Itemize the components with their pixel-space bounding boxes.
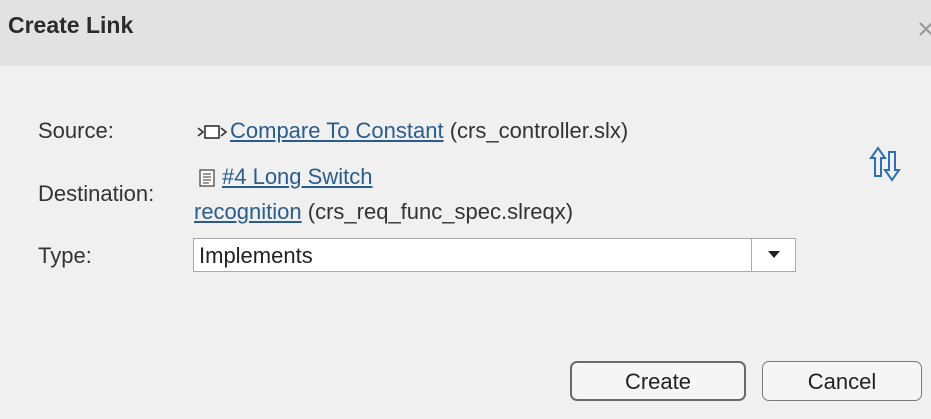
- type-dropdown[interactable]: Implements: [193, 238, 796, 272]
- swap-arrows-icon[interactable]: [868, 144, 902, 184]
- type-label: Type:: [38, 243, 92, 268]
- create-link-dialog: Create Link Source: Compare To Constant …: [0, 0, 931, 419]
- destination-link-line2[interactable]: recognition: [194, 199, 302, 224]
- close-icon[interactable]: [917, 14, 931, 44]
- requirement-doc-icon: [196, 168, 222, 188]
- destination-row-line1: #4 Long Switch: [196, 164, 372, 190]
- source-row: Compare To Constant (crs_controller.slx): [196, 118, 628, 144]
- block-icon: [196, 122, 230, 142]
- source-link[interactable]: Compare To Constant: [230, 118, 444, 143]
- destination-link-line1[interactable]: #4 Long Switch: [222, 164, 372, 189]
- destination-file: (crs_req_func_spec.slreqx): [307, 199, 574, 224]
- source-label: Source:: [38, 118, 114, 143]
- type-dropdown-value: Implements: [199, 243, 313, 268]
- destination-row-line2: recognition (crs_req_func_spec.slreqx): [194, 199, 573, 225]
- source-file: (crs_controller.slx): [449, 118, 629, 143]
- dialog-title: Create Link: [8, 12, 134, 38]
- create-button[interactable]: Create: [570, 361, 746, 401]
- destination-label: Destination:: [38, 181, 155, 206]
- title-bar: Create Link: [0, 0, 931, 66]
- chevron-down-icon[interactable]: [751, 239, 795, 271]
- cancel-button[interactable]: Cancel: [762, 361, 922, 401]
